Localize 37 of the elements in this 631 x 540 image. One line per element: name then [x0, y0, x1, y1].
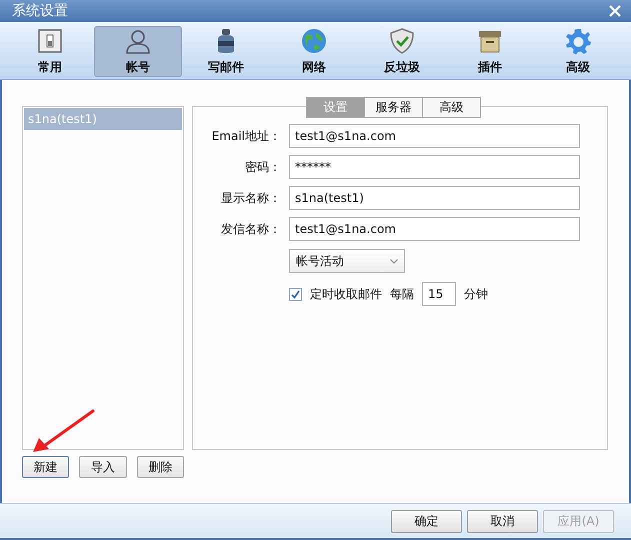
annotation-arrow	[30, 408, 96, 454]
globe-icon	[300, 27, 328, 55]
toolbar-tab[interactable]: 高级	[534, 26, 622, 77]
caret-icon	[390, 258, 398, 264]
field-label: 发信名称：	[220, 220, 281, 238]
toolbar-tab[interactable]: 插件	[446, 26, 534, 77]
toolbar-tab[interactable]: 帐号	[94, 26, 182, 77]
account-button[interactable]: 导入	[79, 456, 127, 478]
field-label: 密码：	[244, 158, 281, 176]
toolbar-tab[interactable]: 常用	[6, 26, 94, 77]
input-field[interactable]: test1@s1na.com	[289, 124, 580, 148]
close-icon[interactable]	[609, 5, 621, 17]
field-label: Email地址：	[210, 128, 281, 144]
account-button[interactable]: 新建	[22, 456, 70, 478]
interval-field[interactable]: 15	[422, 282, 456, 306]
account-button[interactable]: 删除	[136, 456, 184, 478]
switch-icon	[36, 27, 64, 55]
window-title: 系统设置	[12, 2, 68, 20]
footer-button[interactable]: 取消	[467, 510, 538, 532]
gear-icon	[564, 27, 592, 55]
person-icon	[124, 27, 152, 55]
settings-tab[interactable]: 高级	[422, 97, 481, 118]
shield-icon	[388, 27, 416, 55]
account-dropdown[interactable]: 帐号活动	[289, 249, 405, 273]
interval-label: 每隔	[390, 286, 414, 302]
checkbox-label: 定时收取邮件	[310, 286, 382, 302]
footer-button[interactable]: 确定	[391, 510, 462, 532]
toolbar-tab[interactable]: 网络	[270, 26, 358, 77]
input-field[interactable]: test1@s1na.com	[289, 217, 580, 241]
settings-tab[interactable]: 服务器	[364, 97, 423, 118]
toolbar-tab[interactable]: 写邮件	[182, 26, 270, 77]
field-label: 显示名称：	[220, 190, 281, 206]
input-field[interactable]: s1na(test1)	[289, 186, 580, 210]
checkbox[interactable]	[289, 288, 302, 300]
toolbar-tab[interactable]: 反垃圾	[358, 26, 446, 77]
input-field[interactable]: ******	[289, 155, 580, 179]
unit-label: 分钟	[464, 286, 488, 302]
